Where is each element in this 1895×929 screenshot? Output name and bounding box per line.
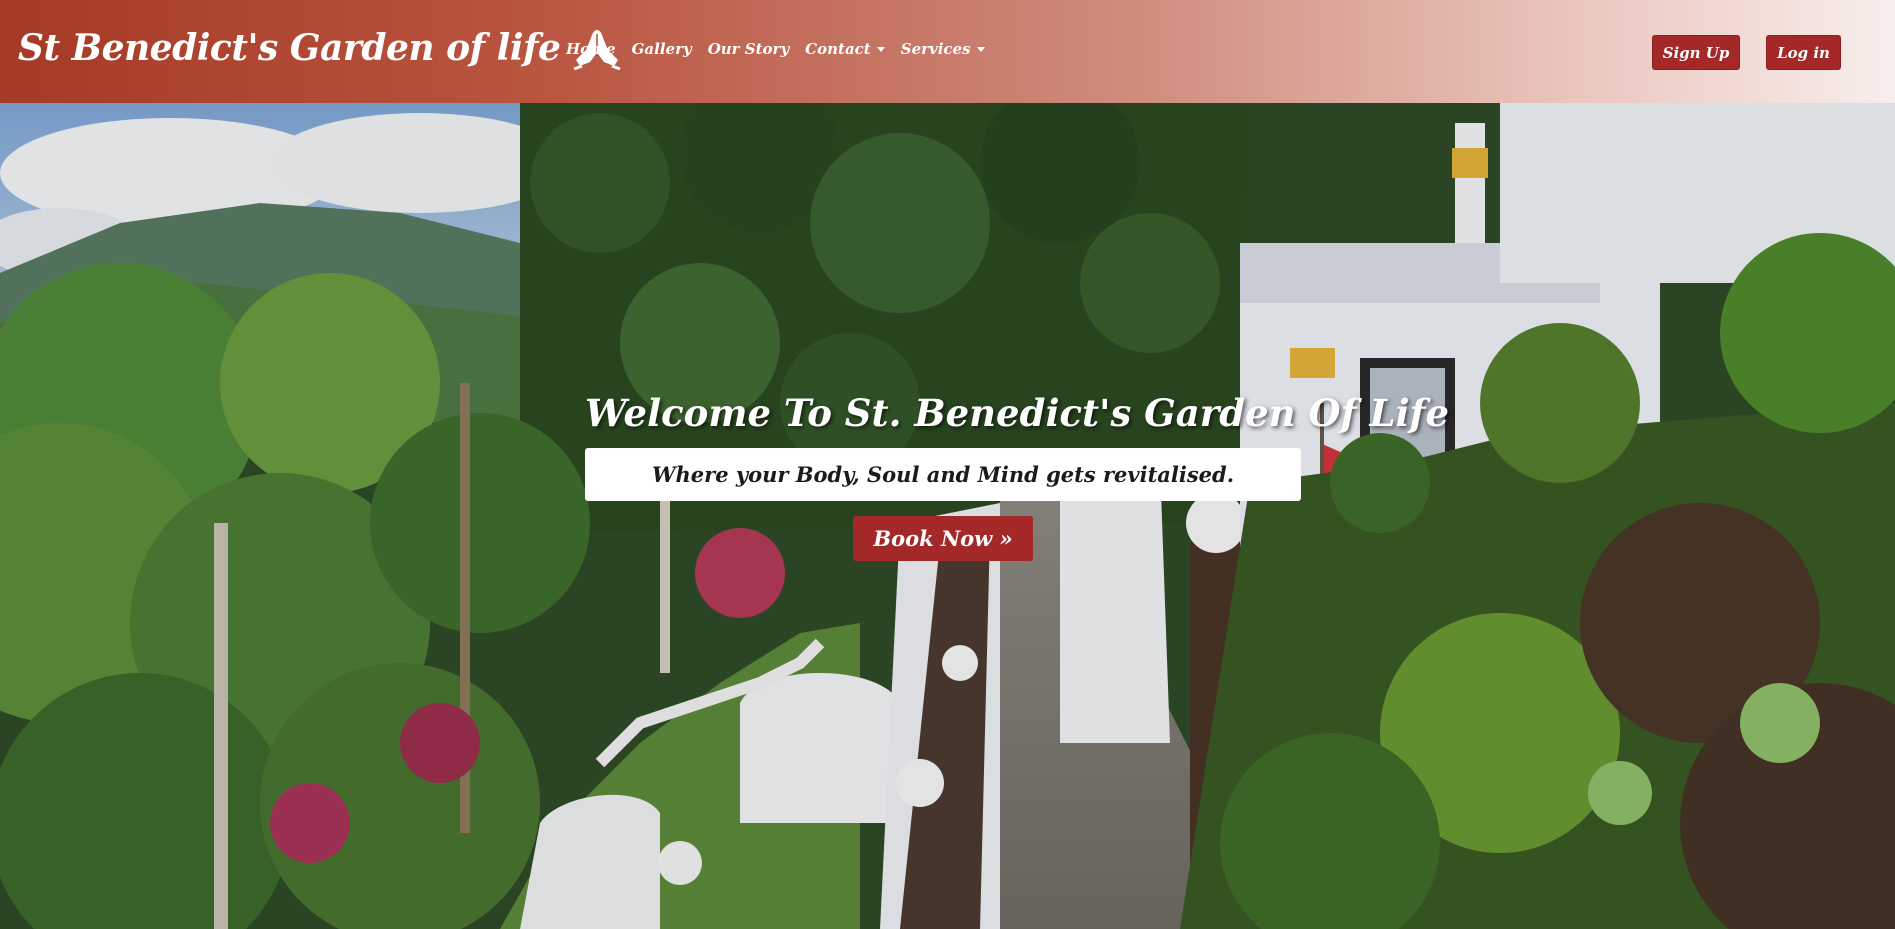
nav-our-story[interactable]: Our Story [708,40,789,58]
nav-contact-dropdown[interactable]: Contact [805,40,885,58]
hero-subtitle-text: Where your Body, Soul and Mind gets revi… [651,462,1235,487]
login-button[interactable]: Log in [1766,35,1841,70]
hero-subtitle: Where your Body, Soul and Mind gets revi… [585,448,1301,501]
caret-down-icon [876,46,885,52]
nav-home[interactable]: Home [566,40,616,58]
brand-title[interactable]: St Benedict's Garden of life [18,27,561,69]
navbar: St Benedict's Garden of life Home Galler… [0,0,1895,103]
nav-services-dropdown[interactable]: Services [901,40,985,58]
nav-gallery[interactable]: Gallery [632,40,692,58]
book-now-button[interactable]: Book Now » [853,516,1033,561]
hero-section: Welcome To St. Benedict's Garden Of Life… [0,103,1895,929]
brand-logo[interactable]: St Benedict's Garden of life [18,26,624,70]
caret-down-icon [976,46,985,52]
signup-button[interactable]: Sign Up [1652,35,1740,70]
hero-title: Welcome To St. Benedict's Garden Of Life [585,391,1449,435]
main-nav: Home Gallery Our Story Contact Services [566,40,1001,58]
